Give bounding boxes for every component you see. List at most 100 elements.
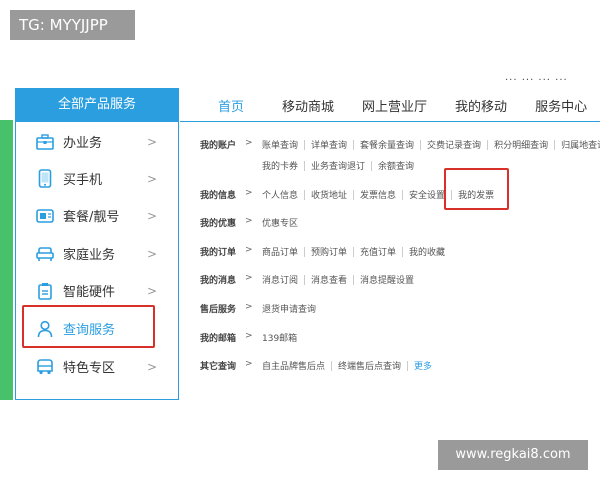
bus-icon (35, 357, 55, 377)
sidebar-item-label: 套餐/靓号 (63, 210, 120, 225)
row-label-mailbox: 我的邮箱 (200, 334, 237, 344)
sidebar-item-label: 特色专区 (63, 361, 116, 376)
link-return-query[interactable]: 退货申请查询 (262, 302, 316, 315)
sidebar-item-label: 家庭业务 (63, 248, 116, 263)
row-arrow: > (245, 245, 253, 255)
separator (353, 139, 355, 150)
link-invoice-info[interactable]: 发票信息 (360, 188, 396, 201)
sidebar-item-label: 智能硬件 (63, 285, 116, 300)
device-icon (35, 281, 55, 301)
sidebar-item-mai-shou-ji[interactable]: 买手机 > (16, 160, 178, 197)
link-personal-info[interactable]: 个人信息 (262, 188, 298, 201)
after-sales-links: 退货申请查询 (262, 302, 316, 315)
link-plan-balance[interactable]: 套餐余量查询 (360, 138, 414, 151)
link-preorders[interactable]: 预购订单 (311, 245, 347, 258)
offers-links: 优惠专区 (262, 216, 298, 229)
nav-online-hall[interactable]: 网上营业厅 (362, 96, 427, 115)
separator (371, 160, 373, 171)
separator (304, 274, 306, 285)
row-arrow: > (245, 188, 253, 198)
account-links-2: 我的卡券 业务查询退订 余额查询 (262, 159, 414, 172)
link-message-view[interactable]: 消息查看 (311, 273, 347, 286)
row-arrow: > (245, 302, 253, 312)
link-139-mail[interactable]: 139邮箱 (262, 331, 297, 344)
sidebar-item-zhi-neng[interactable]: 智能硬件 > (16, 272, 178, 309)
separator (487, 139, 489, 150)
separator (407, 360, 409, 371)
link-my-coupons[interactable]: 我的卡券 (262, 159, 298, 172)
link-message-reminder[interactable]: 消息提醒设置 (360, 273, 414, 286)
row-label-other: 其它查询 (200, 362, 237, 372)
separator (554, 139, 556, 150)
sidebar-title[interactable]: 全部产品服务 (15, 88, 179, 122)
link-terminal-service-query[interactable]: 终端售后点查询 (338, 359, 401, 372)
tg-overlay-tag: TG: MYYJJPP (10, 10, 135, 40)
top-links-cutoff: ... ... ... ... (505, 72, 568, 83)
row-arrow: > (245, 273, 253, 283)
chevron-right-icon: > (146, 134, 158, 149)
sidebar-item-ban-ye-wu[interactable]: 办业务 > (16, 123, 178, 160)
link-brand-service-points[interactable]: 自主品牌售后点 (262, 359, 325, 372)
highlight-box-my-invoice (444, 168, 509, 210)
sidebar-item-te-se[interactable]: 特色专区 > (16, 348, 178, 385)
sidebar-item-label: 办业务 (63, 136, 103, 151)
sofa-icon (35, 244, 55, 264)
link-security-settings[interactable]: 安全设置 (409, 188, 445, 201)
row-arrow: > (245, 331, 253, 341)
green-stripe (0, 120, 13, 400)
row-label-after-sales: 售后服务 (200, 305, 237, 315)
link-my-favorites[interactable]: 我的收藏 (409, 245, 445, 258)
separator (402, 246, 404, 257)
nav-service-center[interactable]: 服务中心 (535, 96, 587, 115)
link-message-subscribe[interactable]: 消息订阅 (262, 273, 298, 286)
link-balance-query[interactable]: 余额查询 (378, 159, 414, 172)
orders-links: 商品订单 预购订单 充值订单 我的收藏 (262, 245, 445, 258)
link-bill-query[interactable]: 账单查询 (262, 138, 298, 151)
link-points-detail[interactable]: 积分明细查询 (494, 138, 548, 151)
separator (420, 139, 422, 150)
row-arrow: > (245, 216, 253, 226)
sidebar-item-jia-ting[interactable]: 家庭业务 > (16, 235, 178, 272)
briefcase-icon (35, 132, 55, 152)
link-detail-query[interactable]: 详单查询 (311, 138, 347, 151)
link-recharge-orders[interactable]: 充值订单 (360, 245, 396, 258)
link-service-unsubscribe[interactable]: 业务查询退订 (311, 159, 365, 172)
account-links: 账单查询 详单查询 套餐余量查询 交费记录查询 积分明细查询 归属地查询 (262, 138, 600, 151)
chevron-right-icon: > (146, 246, 158, 261)
nav-home[interactable]: 首页 (218, 96, 244, 115)
highlight-box-query-service (22, 305, 155, 348)
row-label-orders: 我的订单 (200, 248, 237, 258)
other-links: 自主品牌售后点 终端售后点查询 更多 (262, 359, 432, 372)
messages-links: 消息订阅 消息查看 消息提醒设置 (262, 273, 414, 286)
chevron-right-icon: > (146, 283, 158, 298)
separator (353, 246, 355, 257)
separator (304, 139, 306, 150)
link-payment-records[interactable]: 交费记录查询 (427, 138, 481, 151)
mailbox-links: 139邮箱 (262, 331, 297, 344)
link-location-query[interactable]: 归属地查询 (561, 138, 600, 151)
separator (304, 246, 306, 257)
link-shipping-address[interactable]: 收货地址 (311, 188, 347, 201)
row-label-account: 我的账户 (200, 141, 237, 151)
row-arrow: > (245, 138, 253, 148)
chevron-right-icon: > (146, 171, 158, 186)
nav-divider (180, 121, 600, 122)
row-label-messages: 我的消息 (200, 276, 237, 286)
link-product-orders[interactable]: 商品订单 (262, 245, 298, 258)
watermark: www.regkai8.com (438, 440, 588, 470)
sim-card-icon (35, 206, 55, 226)
row-label-info: 我的信息 (200, 191, 237, 201)
phone-icon (35, 169, 55, 189)
separator (353, 274, 355, 285)
link-offers-zone[interactable]: 优惠专区 (262, 216, 298, 229)
separator (402, 189, 404, 200)
nav-mall[interactable]: 移动商城 (282, 96, 334, 115)
separator (304, 160, 306, 171)
sidebar-item-tao-can[interactable]: 套餐/靓号 > (16, 197, 178, 234)
row-label-offers: 我的优惠 (200, 219, 237, 229)
separator (304, 189, 306, 200)
nav-my-mobile[interactable]: 我的移动 (455, 96, 507, 115)
row-arrow: > (245, 359, 253, 369)
chevron-right-icon: > (146, 208, 158, 223)
link-more[interactable]: 更多 (414, 359, 432, 372)
